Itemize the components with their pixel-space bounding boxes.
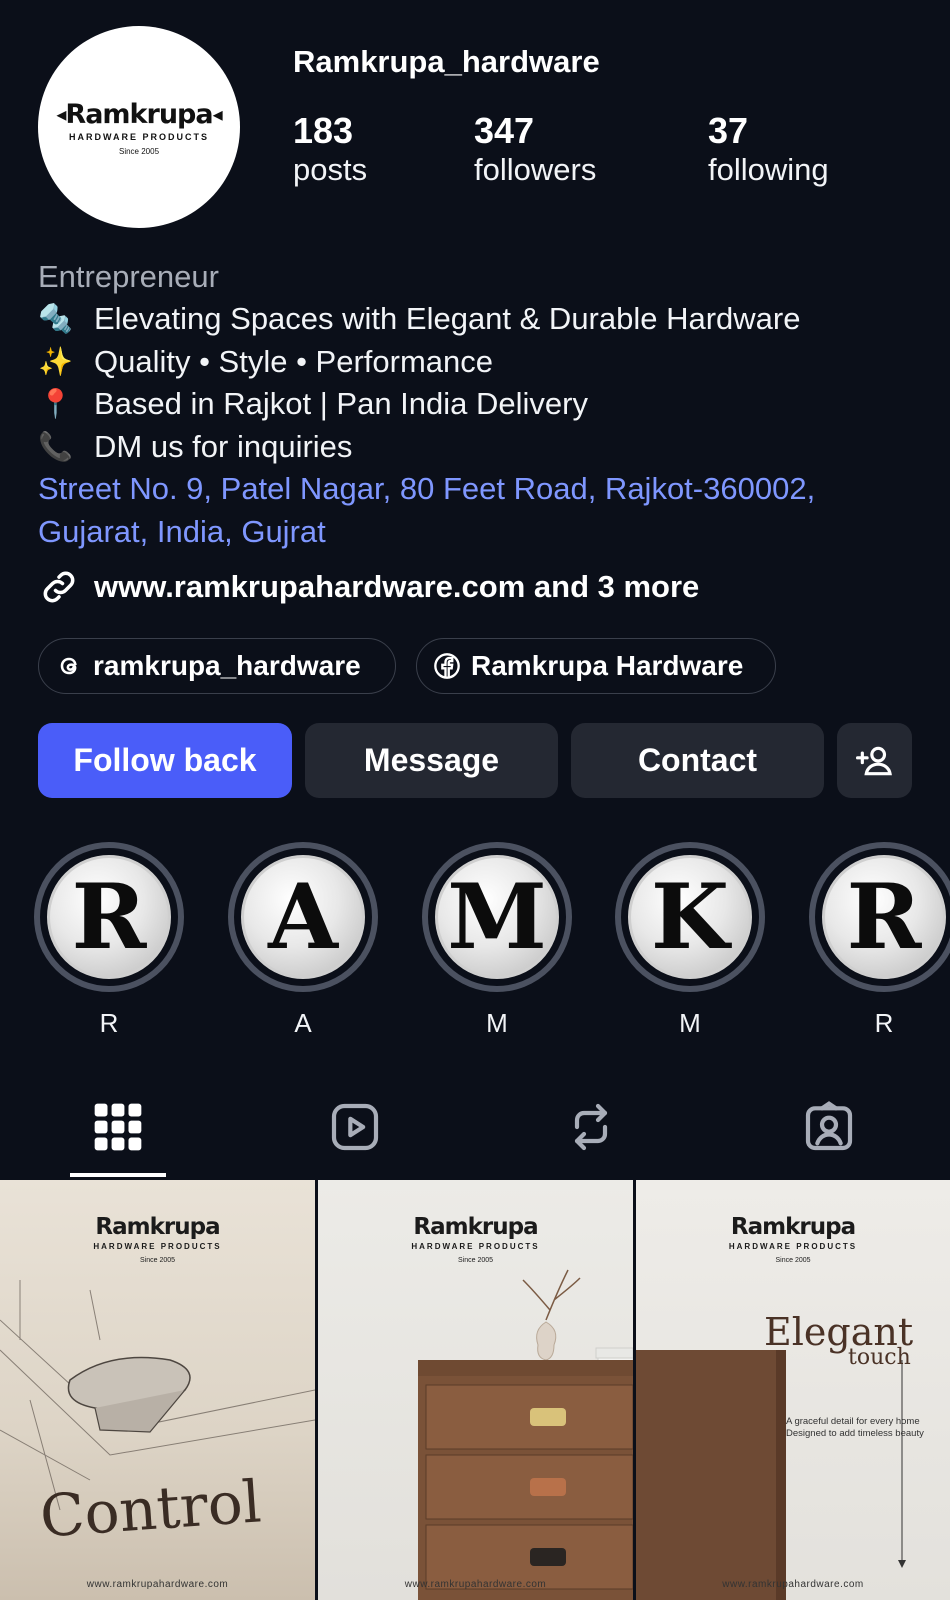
post-subtitle: touch bbox=[848, 1345, 911, 1370]
post-url: www.ramkrupahardware.com bbox=[722, 1579, 864, 1590]
post-caption: A graceful detail for every home Designe… bbox=[786, 1416, 924, 1439]
profile-bio: Entrepreneur 🔩 Elevating Spaces with Eleg… bbox=[38, 256, 938, 553]
story-highlight[interactable]: K M bbox=[615, 842, 765, 1039]
bio-line: ✨ Quality • Style • Performance bbox=[38, 341, 938, 384]
highlight-caption: A bbox=[294, 1008, 312, 1038]
suggested-users-button[interactable] bbox=[837, 723, 912, 798]
highlight-caption: M bbox=[486, 1008, 508, 1038]
post-logo: Ramkrupa HARDWARE PRODUCTS Since 2005 bbox=[93, 1214, 222, 1264]
brand-logo: ◂ Ramkrupa ◂ HARDWARE PRODUCTS Since 2005 bbox=[56, 98, 222, 156]
post-thumbnail[interactable]: Ramkrupa HARDWARE PRODUCTS Since 2005 Co… bbox=[0, 1180, 315, 1600]
threads-chip[interactable]: ramkrupa_hardware bbox=[38, 638, 396, 694]
story-highlight[interactable]: M M bbox=[422, 842, 572, 1039]
highlight-caption: M bbox=[679, 1008, 701, 1038]
follow-back-button[interactable]: Follow back bbox=[38, 723, 292, 798]
reposts-icon bbox=[574, 1103, 608, 1151]
tab-grid[interactable] bbox=[83, 1092, 153, 1162]
stat-following[interactable]: 37 following bbox=[708, 110, 829, 188]
post-url: www.ramkrupahardware.com bbox=[86, 1579, 229, 1590]
active-tab-indicator bbox=[70, 1173, 166, 1177]
tagged-icon bbox=[805, 1101, 853, 1151]
highlight-cover: R bbox=[822, 855, 946, 979]
tab-reposts[interactable] bbox=[556, 1092, 626, 1162]
highlight-cover: R bbox=[47, 855, 171, 979]
facebook-icon bbox=[434, 653, 460, 679]
story-highlight[interactable]: A A bbox=[228, 842, 378, 1039]
profile-avatar[interactable]: ◂ Ramkrupa ◂ HARDWARE PRODUCTS Since 2005 bbox=[38, 26, 240, 228]
reels-icon bbox=[331, 1103, 379, 1151]
post-url: www.ramkrupahardware.com bbox=[404, 1579, 547, 1590]
tab-tagged[interactable] bbox=[794, 1092, 864, 1162]
highlight-cover: A bbox=[241, 855, 365, 979]
story-highlight[interactable]: R R bbox=[809, 842, 950, 1039]
stat-posts[interactable]: 183 posts bbox=[293, 110, 367, 188]
bio-line: 📞 DM us for inquiries bbox=[38, 426, 938, 469]
profile-username: Ramkrupa_hardware bbox=[293, 44, 600, 79]
post-thumbnail[interactable]: Ramkrupa HARDWARE PRODUCTS Since 2005 El… bbox=[636, 1180, 950, 1600]
threads-icon bbox=[60, 657, 77, 675]
bio-line: 🔩 Elevating Spaces with Elegant & Durable… bbox=[38, 298, 938, 341]
phone-icon: 📞 bbox=[38, 430, 73, 462]
message-button[interactable]: Message bbox=[305, 723, 558, 798]
pin-icon: 📍 bbox=[38, 388, 73, 419]
sparkles-icon: ✨ bbox=[38, 345, 73, 377]
website-link[interactable]: www.ramkrupahardware.com and 3 more bbox=[38, 566, 699, 608]
post-logo: Ramkrupa HARDWARE PRODUCTS Since 2005 bbox=[728, 1214, 858, 1264]
post-thumbnail[interactable]: Ramkrupa HARDWARE PRODUCTS Since 2005 ww… bbox=[318, 1180, 633, 1600]
bio-line: 📍 Based in Rajkot | Pan India Delivery bbox=[38, 383, 938, 426]
highlight-caption: R bbox=[99, 1008, 119, 1038]
highlight-caption: R bbox=[874, 1008, 894, 1038]
facebook-chip[interactable]: Ramkrupa Hardware bbox=[416, 638, 776, 694]
add-person-icon bbox=[855, 746, 892, 775]
tab-reels[interactable] bbox=[320, 1092, 390, 1162]
highlight-cover: M bbox=[435, 855, 559, 979]
grid-icon bbox=[94, 1103, 142, 1151]
stat-followers[interactable]: 347 followers bbox=[474, 110, 596, 188]
bio-address[interactable]: Street No. 9, Patel Nagar, 80 Feet Road,… bbox=[38, 468, 938, 553]
post-title: Control bbox=[37, 1467, 264, 1551]
dresser-illustration bbox=[418, 1269, 633, 1600]
story-highlight[interactable]: R R bbox=[34, 842, 184, 1039]
link-icon bbox=[43, 571, 75, 603]
bio-category: Entrepreneur bbox=[38, 259, 219, 294]
contact-button[interactable]: Contact bbox=[571, 723, 824, 798]
nut-bolt-icon: 🔩 bbox=[38, 303, 73, 334]
cabinet-illustration bbox=[636, 1350, 906, 1600]
highlight-cover: K bbox=[628, 855, 752, 979]
